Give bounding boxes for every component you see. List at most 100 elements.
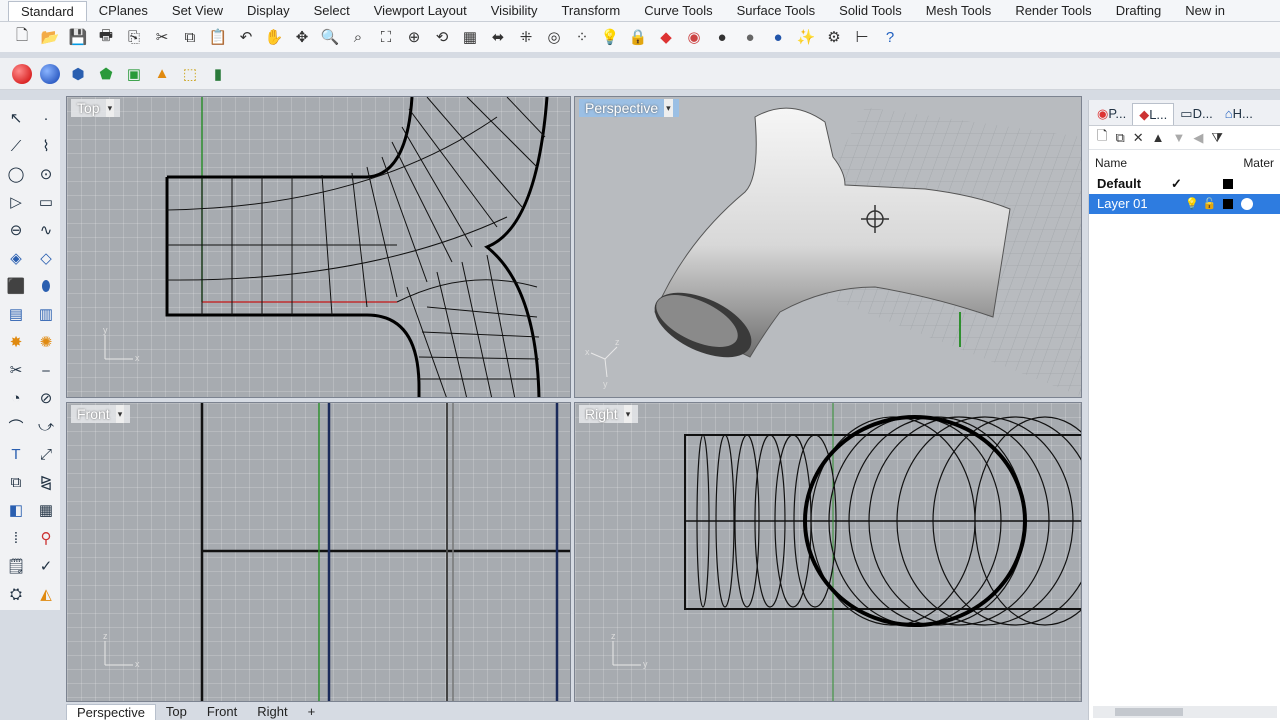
extrude-surface-icon[interactable]: ◇ — [32, 244, 60, 272]
blue-sphere-icon[interactable] — [38, 62, 62, 86]
move-parent-icon[interactable]: ◀ — [1193, 130, 1203, 146]
viewport-menu-icon[interactable]: ▾ — [115, 405, 125, 423]
solid-box-icon[interactable]: ◧ — [2, 496, 30, 524]
horizontal-scrollbar[interactable] — [1093, 706, 1277, 718]
zoom-extents-icon[interactable]: ⛶ — [374, 25, 398, 49]
import-icon[interactable]: ⎘ — [122, 25, 146, 49]
zoom-selected-icon[interactable]: ⊕ — [402, 25, 426, 49]
layer-color-swatch[interactable] — [1223, 179, 1233, 189]
arc-icon[interactable]: ⊙ — [32, 160, 60, 188]
zoom-icon[interactable]: 🔍 — [318, 25, 342, 49]
text-icon[interactable]: T — [2, 440, 30, 468]
delete-layer-icon[interactable]: ✕ — [1133, 130, 1144, 146]
curve-cv-icon[interactable]: ⌇ — [32, 132, 60, 160]
dimension-tool-icon[interactable]: ⤢ — [32, 440, 60, 468]
viewport-title-front[interactable]: Front ▾ — [71, 405, 131, 423]
filter-icon[interactable]: ⧩ — [1211, 130, 1223, 146]
red-sphere-icon[interactable] — [10, 62, 34, 86]
new-layer-icon[interactable]: 🗋 — [1097, 127, 1107, 149]
tab-viewport-layout[interactable]: Viewport Layout — [362, 1, 479, 21]
zoom-window-icon[interactable]: ⌕ — [346, 25, 370, 49]
material-icon[interactable] — [1241, 198, 1253, 210]
grid-array-icon[interactable]: ⁞ — [2, 524, 30, 552]
polyline-icon[interactable]: ⟋ — [2, 132, 30, 160]
tab-visibility[interactable]: Visibility — [479, 1, 550, 21]
help-icon[interactable]: ? — [878, 25, 902, 49]
viewport-title-top[interactable]: Top ▾ — [71, 99, 121, 117]
cut-icon[interactable]: ✂ — [150, 25, 174, 49]
tab-display[interactable]: Display — [235, 1, 302, 21]
tab-select[interactable]: Select — [302, 1, 362, 21]
select-arrow-icon[interactable]: ↖ — [2, 104, 30, 132]
tab-curve-tools[interactable]: Curve Tools — [632, 1, 724, 21]
viewport-menu-icon[interactable]: ▾ — [623, 405, 633, 423]
array-icon[interactable]: ⧉ — [2, 468, 30, 496]
save-icon[interactable]: 💾 — [66, 25, 90, 49]
column-name[interactable]: Name — [1095, 156, 1127, 170]
move-icon[interactable]: ✥ — [290, 25, 314, 49]
box-solid-icon[interactable]: ⬛ — [2, 272, 30, 300]
decal-icon[interactable]: ⬚ — [178, 62, 202, 86]
column-material[interactable]: Mater — [1243, 156, 1274, 170]
viewport-front[interactable]: z x Front ▾ — [66, 402, 571, 702]
split-icon[interactable]: ⎯ — [32, 356, 60, 384]
copy-icon[interactable]: ⧉ — [178, 25, 202, 49]
render-preview-icon[interactable]: ● — [738, 25, 762, 49]
blend-icon[interactable]: ⤻ — [32, 412, 60, 440]
move-up-icon[interactable]: ▲ — [1152, 130, 1165, 145]
visibility-lock-icon[interactable]: 💡🔓 — [1185, 194, 1220, 214]
grid-snap-icon[interactable]: ⁜ — [514, 25, 538, 49]
tab-layers[interactable]: ◆L... — [1132, 103, 1175, 125]
cylinder-icon[interactable]: ⬮ — [32, 272, 60, 300]
gear-icon[interactable]: ⚙ — [822, 25, 846, 49]
rotate-view-icon[interactable]: ⟲ — [430, 25, 454, 49]
four-viewports-icon[interactable]: ▦ — [458, 25, 482, 49]
tab-set-view[interactable]: Set View — [160, 1, 235, 21]
tab-new-in[interactable]: New in — [1173, 1, 1237, 21]
surface-from-points-icon[interactable]: ◈ — [2, 244, 30, 272]
viewport-tab-perspective[interactable]: Perspective — [66, 704, 156, 720]
viewport-perspective[interactable]: z x y Perspective ▾ — [574, 96, 1082, 398]
viewport-top[interactable]: y x Top ▾ — [66, 96, 571, 398]
shader-icon[interactable]: ▮ — [206, 62, 230, 86]
tab-solid-tools[interactable]: Solid Tools — [827, 1, 914, 21]
tab-help[interactable]: ⌂H... — [1219, 103, 1259, 125]
explode-icon[interactable]: ✺ — [32, 328, 60, 356]
select-points-icon[interactable]: ⁘ — [570, 25, 594, 49]
ellipse-icon[interactable]: ⊖ — [2, 216, 30, 244]
viewport-title-perspective[interactable]: Perspective ▾ — [579, 99, 679, 117]
pan-hand-icon[interactable]: ✋ — [262, 25, 286, 49]
circle-icon[interactable]: ◯ — [2, 160, 30, 188]
tab-standard[interactable]: Standard — [8, 0, 87, 21]
tab-properties[interactable]: ◉P... — [1091, 103, 1132, 125]
render-shape-icon[interactable]: ⛭ — [2, 580, 30, 608]
tab-transform[interactable]: Transform — [549, 1, 632, 21]
viewport-menu-icon[interactable]: ▾ — [664, 99, 673, 117]
tab-surface-tools[interactable]: Surface Tools — [725, 1, 828, 21]
viewport-tab-right[interactable]: Right — [247, 704, 297, 720]
tab-render-tools[interactable]: Render Tools — [1003, 1, 1103, 21]
open-folder-icon[interactable]: 📂 — [38, 25, 62, 49]
tab-display[interactable]: ▭D... — [1174, 103, 1219, 125]
tab-drafting[interactable]: Drafting — [1104, 1, 1174, 21]
undo-icon[interactable]: ↶ — [234, 25, 258, 49]
extrude-solid-icon[interactable]: ▤ — [2, 300, 30, 328]
paint-icon[interactable]: ◭ — [32, 580, 60, 608]
mesh-icon[interactable]: ▥ — [32, 300, 60, 328]
cone-icon[interactable]: ▲ — [150, 62, 174, 86]
tab-cplanes[interactable]: CPlanes — [87, 1, 160, 21]
new-sublayer-icon[interactable]: ⧉ — [1115, 130, 1124, 146]
viewport-right[interactable]: z y Right ▾ — [574, 402, 1082, 702]
viewport-menu-icon[interactable]: ▾ — [105, 99, 115, 117]
trim-icon[interactable]: ✂ — [2, 356, 30, 384]
scrollbar-thumb[interactable] — [1115, 708, 1183, 716]
layer-row-layer-01[interactable]: Layer 01 💡🔓 — [1089, 194, 1280, 214]
print-icon[interactable]: 🖶 — [94, 25, 118, 49]
layer-color-swatch[interactable] — [1223, 199, 1233, 209]
fillet-icon[interactable]: ◔ — [2, 384, 30, 412]
add-viewport-icon[interactable]: + — [298, 704, 326, 720]
tab-mesh-tools[interactable]: Mesh Tools — [914, 1, 1004, 21]
polygon-icon[interactable]: ▷ — [2, 188, 30, 216]
check-icon[interactable]: ✓ — [32, 552, 60, 580]
color-wheel-icon[interactable]: ◉ — [682, 25, 706, 49]
